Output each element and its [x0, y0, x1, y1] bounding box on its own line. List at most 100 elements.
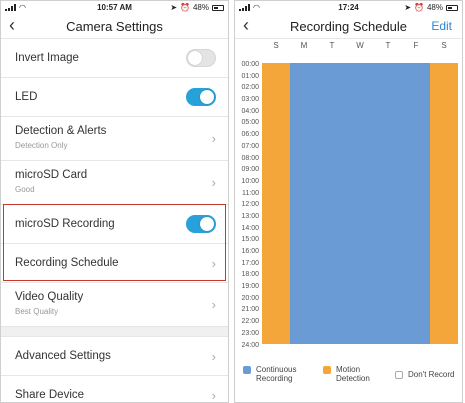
hour-label: 22:00: [241, 318, 259, 326]
chevron-right-icon: ›: [211, 131, 216, 146]
hour-label: 02:00: [241, 84, 259, 92]
legend-label: Don't Record: [408, 370, 455, 379]
hour-label: 03:00: [241, 96, 259, 104]
legend-label: Continuous Recording: [256, 365, 296, 383]
page-title: Recording Schedule: [289, 19, 408, 34]
toggle-knob: [200, 90, 214, 104]
status-right: ➤ ⏰ 48%: [170, 3, 224, 12]
row-label: LED: [15, 91, 38, 103]
legend-none: Don't Record: [395, 370, 454, 379]
toggle-knob: [188, 51, 202, 65]
chevron-right-icon: ›: [211, 175, 216, 190]
battery-percent: 48%: [192, 3, 209, 12]
schedule-column-mon[interactable]: [290, 63, 318, 344]
hour-label: 01:00: [241, 72, 259, 80]
hour-label: 24:00: [241, 341, 259, 349]
hour-label: 17:00: [241, 259, 259, 267]
battery-icon: [446, 4, 458, 11]
recording-schedule-screen: ◠ 17:24 ➤ ⏰ 48% ‹ Recording Schedule Edi…: [234, 0, 463, 403]
legend-line: Detection: [336, 374, 370, 383]
day-label: W: [356, 41, 364, 50]
schedule-column-fri[interactable]: [402, 63, 430, 344]
hour-label: 00:00: [241, 61, 259, 68]
row-invert-image: Invert Image: [1, 39, 228, 78]
row-video-quality[interactable]: Video Quality Best Quality ›: [1, 283, 228, 327]
row-microsd-card[interactable]: microSD Card Good ›: [1, 161, 228, 205]
settings-list: Invert Image LED Detection & Alerts Dete…: [1, 39, 228, 403]
legend-motion: Motion Detection: [323, 365, 370, 383]
row-label: Share Device: [15, 389, 85, 401]
toggle-knob: [200, 217, 214, 231]
status-bar: ◠ 10:57 AM ➤ ⏰ 48%: [1, 1, 228, 13]
day-label: M: [300, 41, 308, 50]
hour-label: 23:00: [241, 329, 259, 337]
legend: Continuous Recording Motion Detection Don'…: [243, 365, 456, 393]
schedule-column-wed[interactable]: [346, 63, 374, 344]
row-led: LED: [1, 78, 228, 117]
hour-label: 07:00: [241, 142, 259, 150]
day-label: S: [273, 41, 279, 50]
row-label: Video Quality: [15, 291, 84, 303]
status-right: ➤ ⏰ 48%: [404, 3, 458, 12]
day-label: F: [413, 41, 419, 50]
hour-label: 18:00: [241, 271, 259, 279]
invert-image-toggle[interactable]: [186, 49, 216, 67]
schedule-column-tue[interactable]: [318, 63, 346, 344]
battery-percent: 48%: [426, 3, 443, 12]
hour-label: 08:00: [241, 154, 259, 162]
hour-label: 09:00: [241, 166, 259, 174]
microsd-recording-toggle[interactable]: [186, 215, 216, 233]
schedule-column-sat[interactable]: [430, 63, 458, 344]
hour-label: 04:00: [241, 107, 259, 115]
hour-label: 12:00: [241, 201, 259, 209]
legend-swatch-none: [395, 371, 403, 379]
day-header: SMTWTFS: [262, 41, 458, 55]
hour-label: 11:00: [242, 189, 259, 197]
legend-label: Motion Detection: [336, 365, 370, 383]
location-icon: ➤: [170, 3, 178, 12]
legend-swatch-motion: [323, 366, 331, 374]
day-label: S: [441, 41, 447, 50]
day-label: T: [385, 41, 391, 50]
row-label: microSD Recording: [15, 218, 115, 230]
hour-labels: 00:00 01:00 02:00 03:00 04:00 05:00 06:00 07:00…: [235, 60, 262, 352]
status-bar: ◠ 17:24 ➤ ⏰ 48%: [235, 1, 462, 13]
row-advanced-settings[interactable]: Advanced Settings ›: [1, 337, 228, 376]
battery-icon: [212, 4, 224, 11]
chevron-right-icon: ›: [211, 256, 216, 271]
legend-line: Recording: [256, 374, 293, 383]
hour-label: 20:00: [241, 294, 259, 302]
row-detection-alerts[interactable]: Detection & Alerts Detection Only ›: [1, 117, 228, 161]
edit-button[interactable]: Edit: [431, 19, 452, 33]
hour-label: 15:00: [241, 236, 259, 244]
nav-bar: ‹ Recording Schedule Edit: [235, 13, 462, 39]
location-icon: ➤: [404, 3, 412, 12]
page-title: Camera Settings: [66, 19, 163, 34]
legend-line: Continuous: [256, 365, 297, 374]
row-label: Advanced Settings: [15, 350, 111, 362]
row-share-device[interactable]: Share Device ›: [1, 376, 228, 403]
chevron-right-icon: ›: [211, 388, 216, 403]
hour-label: 16:00: [241, 248, 259, 255]
section-divider: [1, 327, 228, 337]
hour-label: 06:00: [241, 131, 259, 139]
alarm-icon: ⏰: [414, 3, 424, 12]
hour-label: 05:00: [241, 119, 259, 127]
row-sublabel: Detection Only: [15, 141, 68, 150]
schedule-column-thu[interactable]: [374, 63, 402, 344]
chevron-right-icon: ›: [211, 297, 216, 312]
hour-label: 13:00: [241, 212, 259, 220]
schedule-grid[interactable]: [262, 63, 458, 344]
legend-swatch-continuous: [243, 366, 251, 374]
schedule-column-sun[interactable]: [262, 63, 290, 344]
hour-label: 10:00: [241, 177, 259, 185]
row-recording-schedule[interactable]: Recording Schedule ›: [1, 244, 228, 283]
led-toggle[interactable]: [186, 88, 216, 106]
nav-bar: ‹ Camera Settings: [1, 13, 228, 39]
hour-label: 19:00: [241, 283, 259, 291]
hour-label: 21:00: [241, 306, 259, 314]
legend-continuous: Continuous Recording: [243, 365, 296, 383]
hour-label: 14:00: [241, 224, 259, 232]
row-label: Invert Image: [15, 52, 79, 64]
legend-line: Motion: [336, 365, 361, 374]
